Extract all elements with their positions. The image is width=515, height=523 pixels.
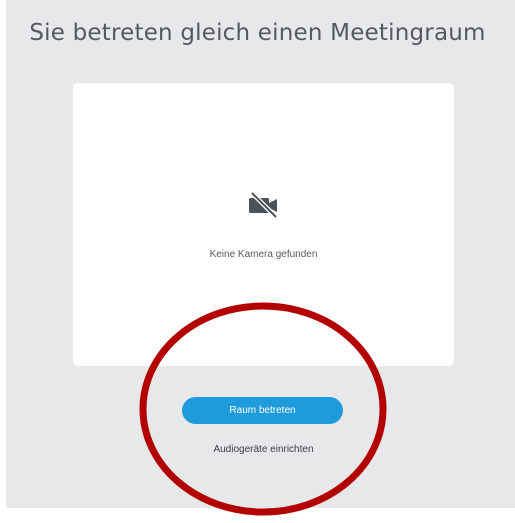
- camera-off-icon: [249, 191, 278, 219]
- meeting-lobby: Sie betreten gleich einen Meetingraum Ke…: [0, 0, 515, 523]
- page-title: Sie betreten gleich einen Meetingraum: [29, 20, 486, 46]
- join-room-button[interactable]: Raum betreten: [182, 397, 343, 424]
- setup-audio-link[interactable]: Audiogeräte einrichten: [0, 444, 515, 455]
- camera-preview: Keine Kamera gefunden: [73, 83, 454, 366]
- no-camera-message: Keine Kamera gefunden: [209, 249, 318, 260]
